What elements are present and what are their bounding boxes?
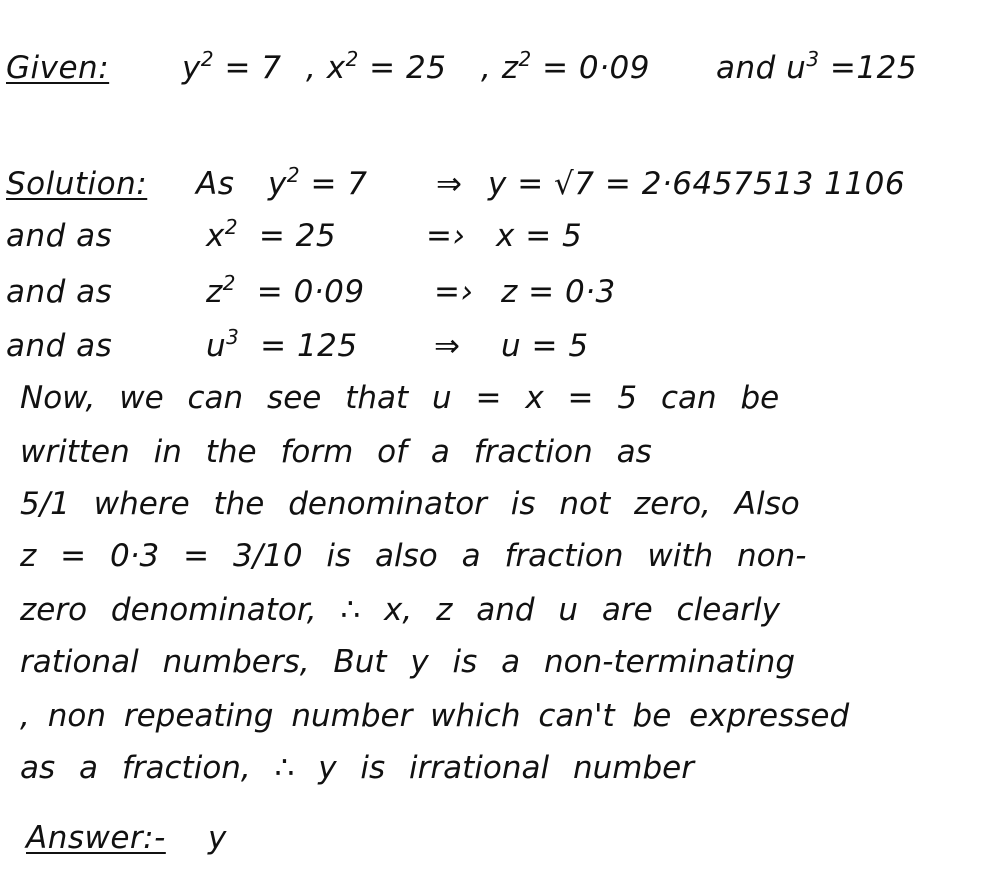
paragraph-line: , non repeating number which can't be ex…: [20, 698, 850, 734]
paragraph-line: 5/1 where the denominator is not zero, A…: [20, 486, 800, 522]
paragraph-line: as a fraction, ∴ y is irrational number: [20, 750, 694, 786]
answer-line: Answer:- y: [26, 818, 226, 858]
row-arrow: =›: [426, 218, 466, 254]
given-u: and u3 =125: [716, 47, 918, 86]
row-arrow: =›: [434, 274, 474, 310]
given-line: Given: y2 = 7 , x2 = 25 , z2 = 0·09 and …: [6, 48, 917, 88]
row-equation: x2 = 25: [206, 215, 337, 254]
row-equation: z2 = 0·09: [206, 271, 365, 310]
paragraph-line: rational numbers, But y is a non-termina…: [20, 644, 795, 680]
row-result: y = √7 = 2·6457513 1106: [488, 166, 906, 202]
row-result: z = 0·3: [501, 274, 616, 310]
given-label: Given:: [6, 50, 110, 86]
given-x: , x2 = 25: [306, 47, 447, 86]
given-y: y2 = 7: [182, 47, 282, 86]
paragraph-line: zero denominator, ∴ x, z and u are clear…: [20, 592, 780, 628]
row-equation: y2 = 7: [268, 163, 368, 202]
paragraph-line: written in the form of a fraction as: [20, 434, 652, 470]
paragraph-line: z = 0·3 = 3/10 is also a fraction with n…: [20, 538, 807, 574]
row-lead: and as: [6, 274, 113, 310]
row-lead: As: [196, 166, 235, 202]
answer-label: Answer:-: [26, 820, 166, 856]
solution-label: Solution:: [6, 166, 148, 202]
row-arrow: ⇒: [436, 166, 463, 202]
row-equation: u3 = 125: [206, 325, 358, 364]
given-z: , z2 = 0·09: [481, 47, 650, 86]
answer-value: y: [208, 820, 227, 856]
row-lead: and as: [6, 218, 113, 254]
row-result: u = 5: [501, 328, 589, 364]
paragraph-line: Now, we can see that u = x = 5 can be: [20, 380, 780, 416]
row-arrow: ⇒: [434, 328, 461, 364]
solution-row-1: Solution: As y2 = 7 ⇒ y = √7 = 2·6457513…: [6, 164, 905, 204]
row-result: x = 5: [496, 218, 583, 254]
row-lead: and as: [6, 328, 113, 364]
